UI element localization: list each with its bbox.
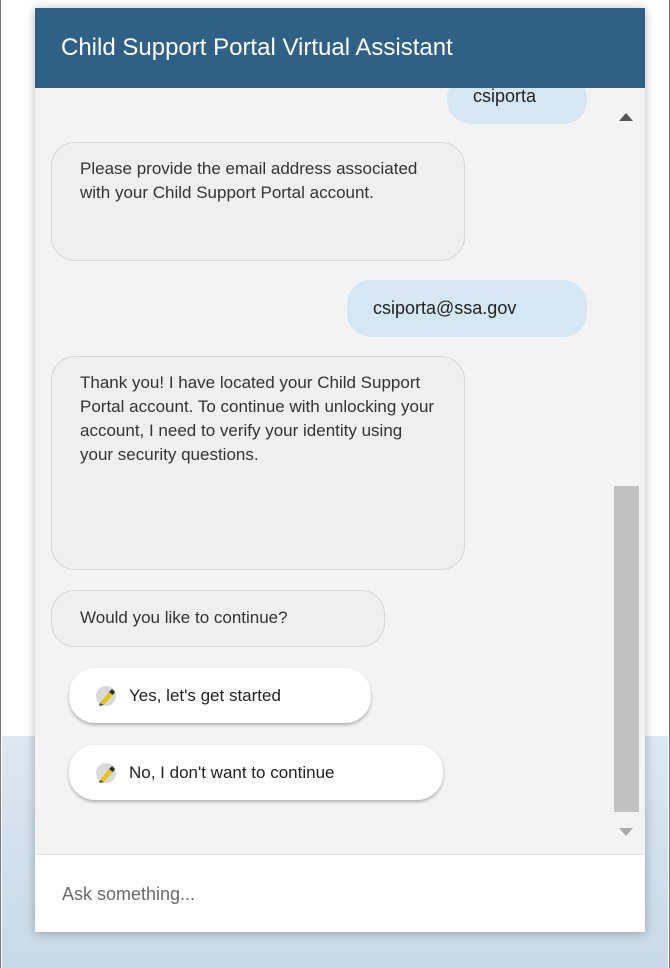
scroll-down-arrow-icon[interactable] (619, 828, 633, 836)
ask-input[interactable] (60, 873, 624, 915)
scrollbar-thumb[interactable] (614, 486, 639, 812)
pencil-icon (95, 684, 119, 708)
bot-message: Please provide the email address associa… (51, 142, 465, 261)
user-message: csiporta (447, 88, 587, 124)
quick-reply-label: No, I don't want to continue (129, 762, 335, 782)
messages-area[interactable]: csiporta Please provide the email addres… (35, 88, 645, 854)
bot-message: Would you like to continue? (51, 590, 385, 647)
bot-message: Thank you! I have located your Child Sup… (51, 356, 465, 570)
input-area (35, 854, 645, 932)
quick-reply-label: Yes, let's get started (129, 685, 281, 705)
messages-scrollbar[interactable] (609, 88, 645, 854)
user-message: csiporta@ssa.gov (347, 280, 587, 337)
quick-reply-no-button[interactable]: No, I don't want to continue (69, 745, 443, 800)
pencil-icon (95, 761, 119, 785)
scroll-up-arrow-icon[interactable] (619, 113, 633, 121)
chat-window: Child Support Portal Virtual Assistant c… (35, 8, 645, 932)
quick-reply-yes-button[interactable]: Yes, let's get started (69, 668, 371, 723)
chat-header-title: Child Support Portal Virtual Assistant (35, 8, 645, 88)
